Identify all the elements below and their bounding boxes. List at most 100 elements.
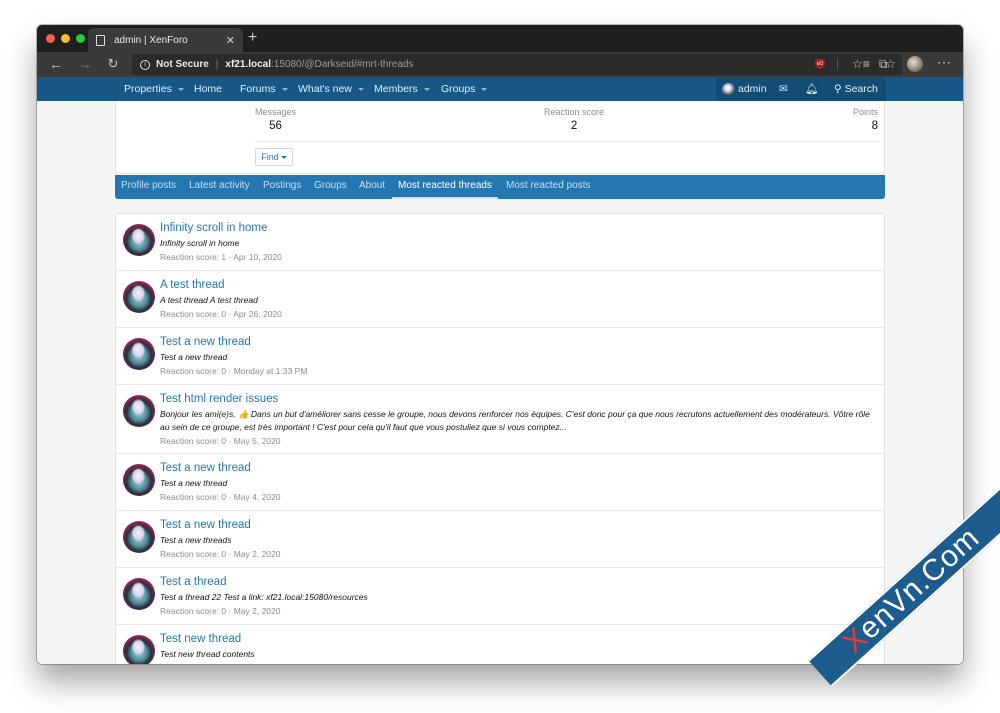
- tab-latest-activity[interactable]: Latest activity: [189, 175, 250, 199]
- stat-messages: Messages 56: [255, 107, 296, 132]
- info-icon[interactable]: i: [140, 59, 150, 70]
- close-icon[interactable]: ✕: [226, 34, 235, 47]
- forward-icon[interactable]: →: [75, 56, 95, 72]
- thread-meta: Reaction score: 0 · May 2, 2020: [160, 549, 281, 559]
- search-icon: ⚲: [834, 83, 845, 95]
- avatar[interactable]: [123, 395, 155, 427]
- avatar[interactable]: [123, 464, 155, 496]
- thread-row: Test a new thread Test a new thread Reac…: [116, 454, 884, 511]
- tab-bar: admin | XenForo ✕ +: [37, 25, 963, 52]
- thread-meta: Reaction score: 0 · May 5, 2020: [160, 436, 281, 446]
- thread-row: Test a new thread Test a new threads Rea…: [116, 511, 884, 568]
- bell-icon[interactable]: 🔔︎: [805, 77, 818, 101]
- stat-reaction-score: Reaction score 2: [544, 107, 604, 132]
- chevron-down-icon: [481, 87, 488, 91]
- nav-groups[interactable]: Groups: [441, 77, 488, 101]
- nav-properties[interactable]: Properties: [124, 77, 184, 101]
- page-icon: [96, 34, 105, 46]
- more-menu-icon[interactable]: ⋯: [937, 54, 951, 71]
- toolbar-divider: [837, 58, 838, 70]
- nav-label: Home: [194, 83, 223, 95]
- stat-label: Messages: [255, 107, 297, 117]
- tab-about[interactable]: About: [359, 175, 385, 199]
- ublock-extension-icon[interactable]: uO: [815, 59, 825, 69]
- nav-label: Members: [374, 83, 418, 95]
- reload-icon[interactable]: ↻: [103, 56, 123, 72]
- thread-title-link[interactable]: Test new thread: [160, 633, 876, 645]
- thread-row: Test html render issues Bonjour les ami(…: [116, 385, 884, 454]
- avatar[interactable]: [123, 281, 155, 313]
- collections-icon[interactable]: ⧉: [879, 57, 888, 72]
- thread-row: Infinity scroll in home Infinity scroll …: [116, 214, 884, 271]
- avatar[interactable]: [123, 635, 155, 664]
- thread-snippet: Test new thread contents: [160, 649, 255, 659]
- nav-members[interactable]: Members: [374, 77, 430, 101]
- minimize-window-button[interactable]: [61, 34, 70, 43]
- thread-snippet: Test a new threads: [160, 535, 232, 545]
- close-window-button[interactable]: [46, 34, 55, 43]
- url-host: xf21.local: [225, 59, 271, 70]
- thread-meta: Reaction score: 0 · May 4, 2020: [160, 492, 281, 502]
- tab-postings[interactable]: Postings: [263, 175, 301, 199]
- profile-card: Messages 56 Reaction score 2 Points 8 Find: [115, 101, 885, 174]
- chevron-down-icon: [281, 87, 288, 91]
- thread-title-link[interactable]: A test thread: [160, 279, 876, 291]
- new-tab-button[interactable]: +: [248, 29, 257, 47]
- favorites-icon[interactable]: ☆≡: [852, 57, 870, 71]
- nav-label: What's new: [298, 83, 352, 95]
- tab-most-reacted-threads[interactable]: Most reacted threads: [392, 175, 498, 199]
- nav-home[interactable]: Home: [194, 77, 222, 101]
- thread-title-link[interactable]: Test a new thread: [160, 519, 876, 531]
- nav-label: Forums: [240, 83, 276, 95]
- mail-icon[interactable]: ✉: [779, 77, 788, 101]
- tab-groups[interactable]: Groups: [314, 175, 347, 199]
- browser-window: admin | XenForo ✕ + ← → ↻ i Not Secure |…: [37, 25, 963, 664]
- tab-profile-posts[interactable]: Profile posts: [121, 175, 176, 199]
- browser-toolbar: ← → ↻ i Not Secure | xf21.local :15080/@…: [37, 52, 963, 77]
- stat-value[interactable]: 56: [255, 120, 296, 132]
- browser-tab[interactable]: admin | XenForo ✕: [88, 28, 243, 52]
- chevron-down-icon: [357, 87, 364, 91]
- username: admin: [738, 83, 767, 95]
- profile-tabs: Profile posts Latest activity Postings G…: [115, 175, 885, 199]
- thread-title-link[interactable]: Test a new thread: [160, 462, 876, 474]
- search-link[interactable]: ⚲ Search: [834, 77, 878, 101]
- thread-snippet: Infinity scroll in home: [160, 238, 240, 248]
- thread-meta: Reaction score: 0 · May 2, 2020: [160, 606, 281, 616]
- back-icon[interactable]: ←: [46, 56, 66, 72]
- url-path: :15080/@Darkseid/#mrt-threads: [271, 59, 414, 70]
- thread-title-link[interactable]: Test html render issues: [160, 393, 876, 405]
- thread-meta: Reaction score: 0 · Monday at 1:33 PM: [160, 366, 308, 376]
- stat-value[interactable]: 8: [853, 120, 878, 132]
- nav-forums[interactable]: Forums: [240, 77, 288, 101]
- thread-title-link[interactable]: Test a new thread: [160, 336, 876, 348]
- thread-list: Infinity scroll in home Infinity scroll …: [115, 213, 885, 664]
- chevron-down-icon: [280, 156, 287, 160]
- thread-title-link[interactable]: Test a thread: [160, 576, 876, 588]
- nav-whats-new[interactable]: What's new: [298, 77, 364, 101]
- stat-label: Points: [852, 107, 878, 117]
- window-controls: [46, 34, 85, 43]
- find-menu-button[interactable]: Find: [255, 148, 293, 166]
- user-avatar: [722, 82, 735, 96]
- thread-title-link[interactable]: Infinity scroll in home: [160, 222, 876, 234]
- find-label: Find: [261, 152, 279, 162]
- maximize-window-button[interactable]: [76, 34, 85, 43]
- chevron-down-icon: [177, 87, 184, 91]
- divider: [255, 141, 878, 142]
- profile-avatar-icon[interactable]: [907, 56, 923, 72]
- tab-most-reacted-posts[interactable]: Most reacted posts: [506, 175, 590, 199]
- avatar[interactable]: [123, 578, 155, 610]
- stat-label: Reaction score: [544, 107, 605, 117]
- tab-title: admin | XenForo: [114, 34, 188, 46]
- avatar[interactable]: [123, 521, 155, 553]
- thread-snippet: A test thread A test thread: [160, 295, 258, 305]
- thread-row: A test thread A test thread A test threa…: [116, 271, 884, 328]
- chevron-down-icon: [423, 87, 430, 91]
- account-link[interactable]: admin: [722, 77, 767, 101]
- thread-snippet: Test a new thread: [160, 478, 228, 488]
- avatar[interactable]: [123, 224, 155, 256]
- stat-points: Points 8: [853, 107, 878, 132]
- avatar[interactable]: [123, 338, 155, 370]
- address-bar[interactable]: i Not Secure | xf21.local :15080/@Darkse…: [132, 54, 902, 75]
